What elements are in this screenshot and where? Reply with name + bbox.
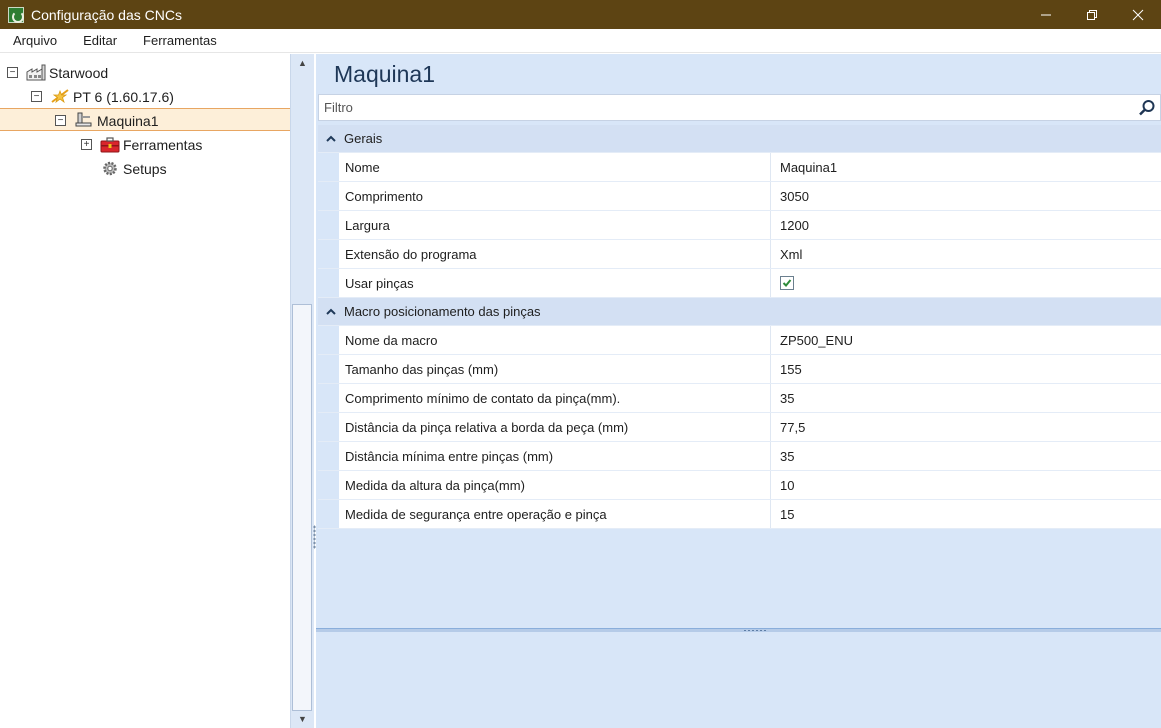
search-icon[interactable] [1134, 95, 1160, 120]
category-label: Macro posicionamento das pinças [344, 304, 541, 319]
property-name: Extensão do programa [339, 240, 771, 268]
restore-icon [1087, 9, 1097, 20]
property-name: Medida de segurança entre operação e pin… [339, 500, 771, 528]
menu-ferramentas[interactable]: Ferramentas [130, 33, 226, 48]
property-value[interactable]: Xml [771, 240, 1161, 268]
gear-icon [103, 161, 117, 176]
checkmark-icon [782, 279, 792, 287]
property-row[interactable]: Comprimento 3050 [318, 182, 1161, 211]
description-area [316, 632, 1161, 728]
property-value[interactable]: 1200 [771, 211, 1161, 239]
filter-box [318, 94, 1161, 121]
property-value[interactable]: 35 [771, 442, 1161, 470]
property-row[interactable]: Usar pinças [318, 269, 1161, 298]
property-name: Tamanho das pinças (mm) [339, 355, 771, 383]
minimize-button[interactable] [1023, 0, 1069, 29]
category-label: Gerais [344, 131, 383, 146]
tree-node-maquina1[interactable]: − Maquina1 [55, 109, 159, 132]
tree-label-pt6: PT 6 (1.60.17.6) [73, 88, 174, 105]
property-name: Comprimento [339, 182, 771, 210]
property-value[interactable]: 10 [771, 471, 1161, 499]
property-name: Nome [339, 153, 771, 181]
property-row[interactable]: Medida de segurança entre operação e pin… [318, 500, 1161, 529]
property-value-checkbox[interactable] [771, 269, 1161, 297]
maximize-button[interactable] [1069, 0, 1115, 29]
window-controls [1023, 0, 1161, 29]
menu-bar: Arquivo Editar Ferramentas [0, 29, 1161, 53]
toolbox-icon [100, 137, 120, 153]
menu-editar[interactable]: Editar [70, 33, 126, 48]
menu-arquivo[interactable]: Arquivo [0, 33, 66, 48]
property-row[interactable]: Distância mínima entre pinças (mm) 35 [318, 442, 1161, 471]
tree-label-setups: Setups [123, 160, 167, 177]
property-value[interactable]: 155 [771, 355, 1161, 383]
app-icon [8, 6, 24, 23]
filter-input[interactable] [319, 100, 1134, 115]
property-name: Nome da macro [339, 326, 771, 354]
property-row[interactable]: Nome Maquina1 [318, 153, 1161, 182]
tree-scrollbar[interactable]: ▲ ▼ [290, 54, 314, 728]
tree-label-maquina1: Maquina1 [97, 112, 159, 129]
property-name: Distância mínima entre pinças (mm) [339, 442, 771, 470]
property-row[interactable]: Nome da macro ZP500_ENU [318, 326, 1161, 355]
property-row[interactable]: Tamanho das pinças (mm) 155 [318, 355, 1161, 384]
close-icon [1132, 9, 1144, 20]
tree-node-starwood[interactable]: − Starwood [7, 61, 108, 84]
property-value[interactable]: ZP500_ENU [771, 326, 1161, 354]
scroll-down-arrow-icon[interactable]: ▼ [291, 710, 314, 728]
property-value[interactable]: 35 [771, 384, 1161, 412]
category-gerais[interactable]: Gerais [318, 125, 1161, 153]
collapse-icon[interactable]: − [31, 91, 42, 102]
property-row[interactable]: Extensão do programa Xml [318, 240, 1161, 269]
factory-icon [26, 64, 46, 81]
page-title: Maquina1 [334, 61, 436, 87]
property-name: Largura [339, 211, 771, 239]
tree-label-ferramentas: Ferramentas [123, 136, 203, 153]
tree-node-ferramentas[interactable]: + Ferramentas [81, 133, 202, 156]
category-macro[interactable]: Macro posicionamento das pinças [318, 298, 1161, 326]
property-grid: Gerais Nome Maquina1 Comprimento 3050 La… [318, 125, 1161, 529]
tree-panel: − Starwood − PT 6 (1.60.17.6) − Maquina1… [0, 54, 290, 728]
tree-node-setups[interactable]: Setups [100, 157, 167, 180]
title-bar: Configuração das CNCs [0, 0, 1161, 29]
scroll-up-arrow-icon[interactable]: ▲ [291, 54, 314, 72]
property-row[interactable]: Largura 1200 [318, 211, 1161, 240]
property-row[interactable]: Distância da pinça relativa a borda da p… [318, 413, 1161, 442]
property-name: Distância da pinça relativa a borda da p… [339, 413, 771, 441]
detail-panel: Maquina1 Gerais Nome Maquina1 Compriment… [316, 54, 1161, 728]
chevron-up-icon[interactable] [318, 308, 344, 315]
window-title: Configuração das CNCs [31, 6, 182, 23]
property-name: Usar pinças [339, 269, 771, 297]
property-row[interactable]: Comprimento mínimo de contato da pinça(m… [318, 384, 1161, 413]
cnc-machine-icon [75, 112, 92, 127]
minimize-icon [1041, 14, 1051, 15]
property-value[interactable]: Maquina1 [771, 153, 1161, 181]
expand-icon[interactable]: + [81, 139, 92, 150]
property-value[interactable]: 15 [771, 500, 1161, 528]
chevron-up-icon[interactable] [318, 135, 344, 142]
property-value[interactable]: 77,5 [771, 413, 1161, 441]
close-button[interactable] [1115, 0, 1161, 29]
property-row[interactable]: Medida da altura da pinça(mm) 10 [318, 471, 1161, 500]
collapse-icon[interactable]: − [55, 115, 66, 126]
tree-node-pt6[interactable]: − PT 6 (1.60.17.6) [31, 85, 174, 108]
scrollbar-thumb[interactable] [292, 304, 312, 711]
tree-label-starwood: Starwood [49, 64, 109, 81]
usar-pincas-checkbox[interactable] [780, 276, 794, 290]
star-icon [51, 89, 69, 104]
collapse-icon[interactable]: − [7, 67, 18, 78]
property-name: Comprimento mínimo de contato da pinça(m… [339, 384, 771, 412]
property-name: Medida da altura da pinça(mm) [339, 471, 771, 499]
property-value[interactable]: 3050 [771, 182, 1161, 210]
